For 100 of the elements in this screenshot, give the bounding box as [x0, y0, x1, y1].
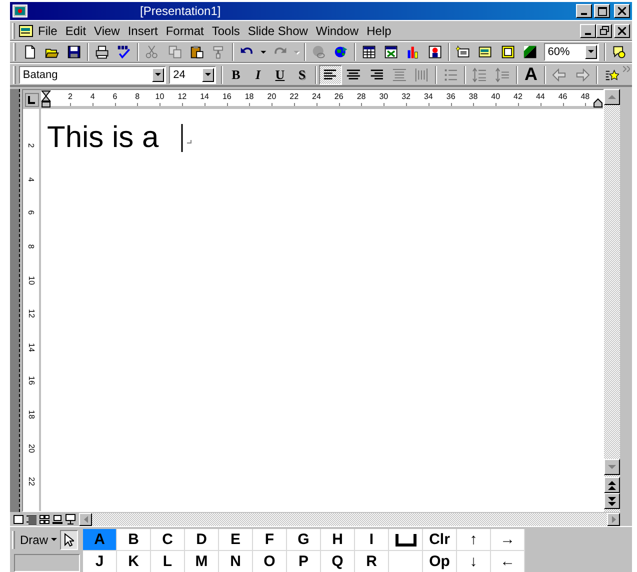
close-icon — [618, 7, 626, 15]
ruler-number: 46 — [557, 92, 568, 100]
font-field[interactable]: Batang — [18, 66, 166, 84]
menu-item[interactable]: Edit — [61, 22, 90, 38]
ruler-number: 10 — [154, 92, 166, 100]
minimize-icon — [581, 13, 587, 15]
up-arrow-icon — [608, 94, 616, 100]
app-icon[interactable] — [12, 4, 28, 18]
zoom-field[interactable]: 60% — [544, 43, 600, 61]
maximize-button[interactable] — [594, 4, 610, 18]
left-arrow-icon — [84, 516, 88, 522]
key-button[interactable]: F — [253, 529, 287, 551]
key-button[interactable]: → — [491, 529, 525, 551]
ruler-number: 30 — [378, 92, 390, 100]
key-button[interactable]: A — [83, 529, 117, 551]
ruler-number: 6 — [26, 210, 36, 216]
ruler-number: 22 — [26, 477, 36, 486]
slide-show-icon[interactable] — [64, 512, 77, 526]
outline-view-icon[interactable] — [25, 512, 38, 526]
ruler-number: 14 — [26, 342, 36, 352]
ruler-number: 16 — [26, 376, 36, 386]
ruler-number: 12 — [26, 309, 36, 318]
minimize-button[interactable] — [580, 24, 596, 38]
ruler-number: 18 — [26, 410, 36, 419]
close-button[interactable] — [614, 24, 630, 38]
key-button[interactable]: I — [355, 529, 389, 551]
notes-view-icon[interactable] — [51, 512, 64, 526]
menu-item[interactable]: Format — [162, 22, 208, 38]
scroll-down-button[interactable] — [604, 459, 620, 475]
key-button[interactable]: D — [185, 529, 219, 551]
key-button[interactable]: C — [151, 529, 185, 551]
ruler-number: 2 — [66, 92, 74, 100]
ruler-number: 6 — [112, 92, 118, 100]
menu-item[interactable]: Insert — [124, 22, 162, 38]
maximize-icon — [598, 6, 606, 16]
slide-sorter-icon[interactable] — [38, 512, 51, 526]
ruler-number: 4 — [89, 92, 96, 100]
previous-slide-button[interactable] — [604, 477, 620, 493]
indent-marker-icon[interactable] — [41, 90, 51, 108]
key-button[interactable]: E — [219, 529, 253, 551]
menu-item[interactable]: File — [34, 22, 62, 38]
right-arrow-icon — [612, 516, 616, 522]
key-button[interactable]: H — [321, 529, 355, 551]
ruler-number: 40 — [490, 92, 502, 100]
close-icon — [618, 26, 626, 34]
ruler-number: 38 — [468, 92, 479, 100]
key-button[interactable]: B — [117, 529, 151, 551]
minimize-button[interactable] — [576, 4, 592, 18]
menu-item[interactable]: Tools — [208, 22, 244, 38]
key-button[interactable]: Clr — [423, 529, 457, 551]
ruler-number: 20 — [26, 444, 36, 453]
ruler-number: 8 — [26, 244, 36, 249]
close-button[interactable] — [614, 4, 630, 18]
ruler-number: 36 — [445, 92, 456, 100]
ruler-number: 12 — [176, 92, 188, 100]
ruler-number: 34 — [422, 92, 434, 100]
ruler-number: 10 — [26, 276, 36, 285]
menu-item[interactable]: Help — [362, 22, 396, 38]
scroll-left-button[interactable] — [79, 512, 92, 526]
window-title: [Presentation1] — [140, 4, 222, 18]
ruler-number: 24 — [311, 92, 322, 100]
increase-font-button[interactable]: A — [520, 64, 542, 84]
scroll-right-button[interactable] — [607, 512, 620, 526]
caret-icon — [51, 538, 58, 542]
ruler-number: 22 — [288, 92, 300, 100]
menu-item[interactable]: Slide Show — [244, 22, 312, 38]
double-up-arrow-icon — [608, 480, 616, 490]
scroll-up-button[interactable] — [604, 89, 620, 105]
align-left-icon[interactable] — [318, 64, 342, 84]
underline-button[interactable]: U — [268, 64, 291, 84]
space-key-button[interactable] — [389, 529, 423, 551]
ruler-number: 8 — [134, 92, 141, 100]
font-size-field[interactable]: 24 — [169, 66, 216, 84]
bold-button[interactable]: B — [224, 64, 247, 84]
empty-field — [14, 554, 80, 572]
ruler-number: 44 — [534, 92, 546, 100]
next-slide-button[interactable] — [604, 493, 620, 509]
draw-menu-button[interactable]: Draw — [17, 530, 60, 550]
ruler-number: 48 — [580, 92, 591, 100]
tab-stop-icon[interactable] — [25, 92, 39, 106]
menu-item[interactable]: Window — [312, 22, 363, 38]
ruler-number: 32 — [400, 92, 412, 100]
ruler-number: 4 — [26, 177, 36, 182]
key-button[interactable]: G — [287, 529, 321, 551]
document-icon[interactable] — [18, 22, 34, 38]
document-text: This is a — [47, 121, 160, 155]
shadow-button[interactable]: S — [290, 64, 313, 84]
restore-button[interactable] — [596, 24, 612, 38]
ruler-number: 2 — [26, 144, 36, 148]
menu-item[interactable]: View — [90, 22, 124, 38]
key-button[interactable]: ↑ — [457, 529, 491, 551]
normal-view-icon[interactable] — [12, 512, 25, 526]
space-bar-icon — [394, 532, 416, 546]
restore-icon — [600, 26, 608, 35]
ruler-number: 42 — [512, 92, 524, 100]
ruler-number: 16 — [221, 92, 232, 100]
select-pointer-icon[interactable] — [60, 530, 78, 550]
ruler-number: 18 — [244, 92, 255, 100]
italic-button[interactable]: I — [246, 64, 269, 84]
minimize-icon — [585, 32, 591, 34]
